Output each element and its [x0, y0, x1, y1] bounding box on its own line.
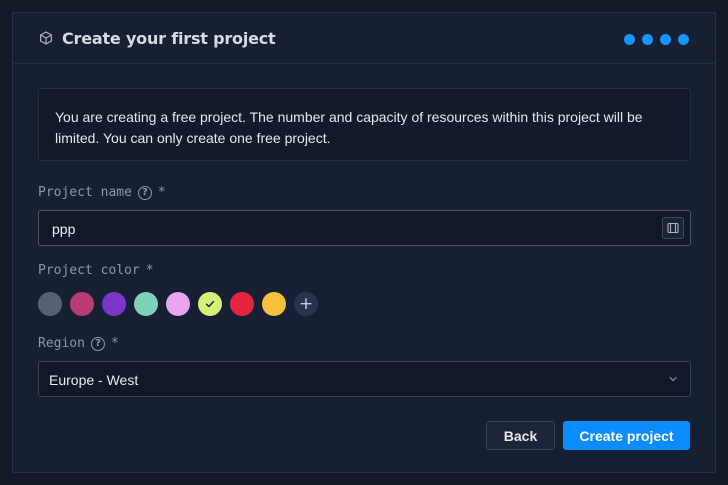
- project-color-label-text: Project color: [38, 263, 140, 278]
- back-button[interactable]: Back: [486, 421, 555, 450]
- color-swatch-yellow[interactable]: [262, 292, 286, 316]
- cube-icon: [39, 31, 53, 45]
- step-dot: [678, 34, 689, 45]
- check-icon: [205, 300, 215, 308]
- color-swatch-red[interactable]: [230, 292, 254, 316]
- add-color-button[interactable]: +: [294, 292, 318, 316]
- question-circle-icon[interactable]: ?: [137, 185, 152, 200]
- color-swatch-purple[interactable]: [102, 292, 126, 316]
- project-color-label: Project color *: [38, 263, 154, 278]
- region-value: Europe - West: [49, 372, 139, 388]
- id-card-icon[interactable]: [662, 217, 684, 239]
- step-dot: [642, 34, 653, 45]
- region-select[interactable]: Europe - West: [38, 361, 691, 397]
- dialog-title: Create your first project: [62, 29, 276, 48]
- step-dot: [660, 34, 671, 45]
- project-name-label-text: Project name: [38, 185, 132, 200]
- color-palette: +: [38, 292, 318, 316]
- region-label-text: Region: [38, 336, 85, 351]
- step-indicator: [624, 34, 689, 45]
- question-circle-icon[interactable]: ?: [90, 336, 105, 351]
- region-label: Region ? *: [38, 336, 119, 351]
- required-mark: *: [110, 336, 119, 351]
- project-name-input[interactable]: ppp: [38, 210, 691, 246]
- color-swatch-mint[interactable]: [134, 292, 158, 316]
- chevron-down-icon: [669, 376, 677, 382]
- create-project-dialog: Create your first project You are creati…: [12, 12, 716, 473]
- free-project-notice: You are creating a free project. The num…: [38, 88, 691, 161]
- color-swatch-lavender[interactable]: [166, 292, 190, 316]
- dialog-header: Create your first project: [13, 13, 715, 64]
- project-name-value: ppp: [52, 221, 76, 237]
- create-project-button[interactable]: Create project: [563, 421, 690, 450]
- color-swatch-raspberry[interactable]: [70, 292, 94, 316]
- required-mark: *: [145, 263, 154, 278]
- color-swatch-slate[interactable]: [38, 292, 62, 316]
- step-dot: [624, 34, 635, 45]
- color-swatch-lime-selected[interactable]: [198, 292, 222, 316]
- required-mark: *: [157, 185, 166, 200]
- project-name-label: Project name ? *: [38, 185, 166, 200]
